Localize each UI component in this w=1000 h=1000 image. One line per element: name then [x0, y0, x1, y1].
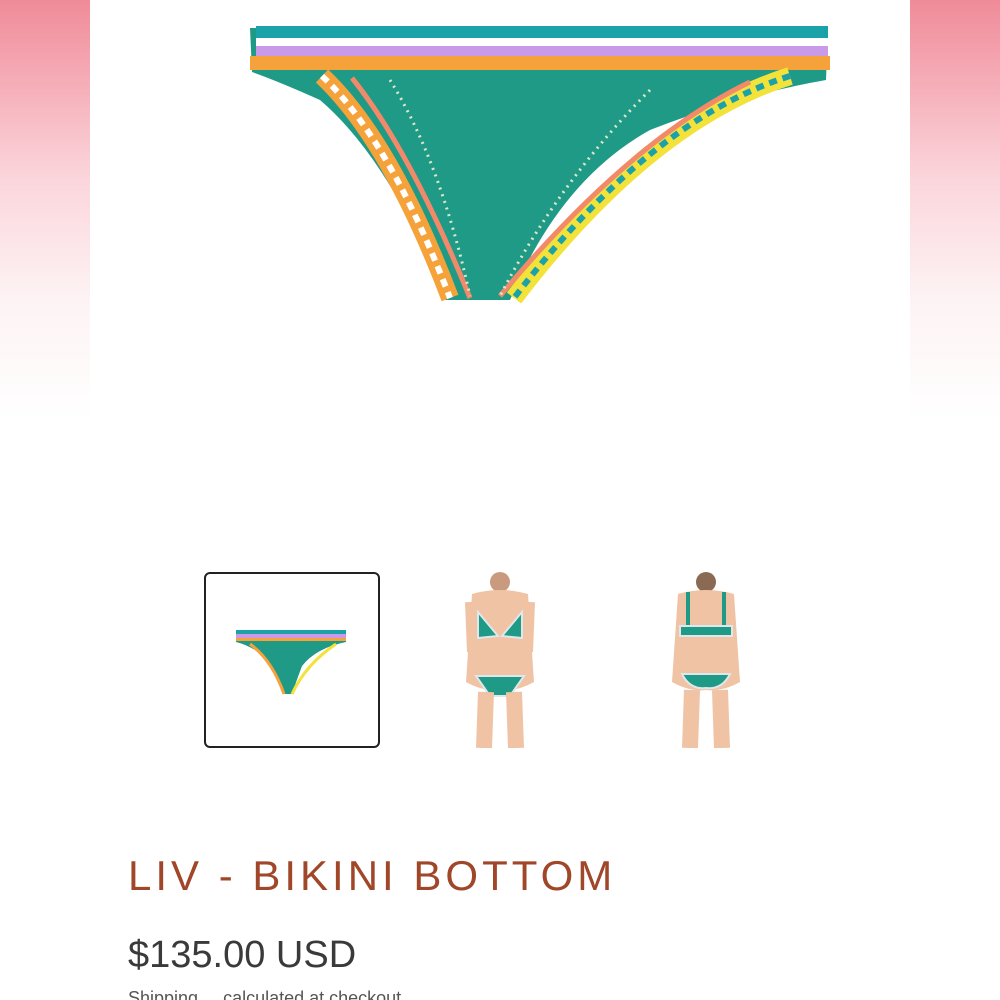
bikini-bottom-icon: [236, 630, 346, 695]
main-product-image[interactable]: [90, 0, 910, 540]
right-gradient-margin: [910, 0, 1000, 1000]
thumbnail-model-back[interactable]: [618, 572, 794, 749]
shipping-note: Shipping ... calculated at checkout: [128, 988, 402, 1000]
left-gradient-margin: [0, 0, 90, 1000]
product-title: LIV - BIKINI BOTTOM: [128, 852, 617, 899]
model-back-icon: [672, 572, 740, 749]
product-price: $135.00 USD: [128, 934, 357, 976]
model-front-icon: [465, 572, 535, 749]
product-page: LIV - BIKINI BOTTOM $135.00 USD Shipping…: [90, 0, 910, 1000]
thumbnail-flatlay[interactable]: [204, 572, 380, 748]
thumbnail-model-front[interactable]: [412, 572, 588, 749]
